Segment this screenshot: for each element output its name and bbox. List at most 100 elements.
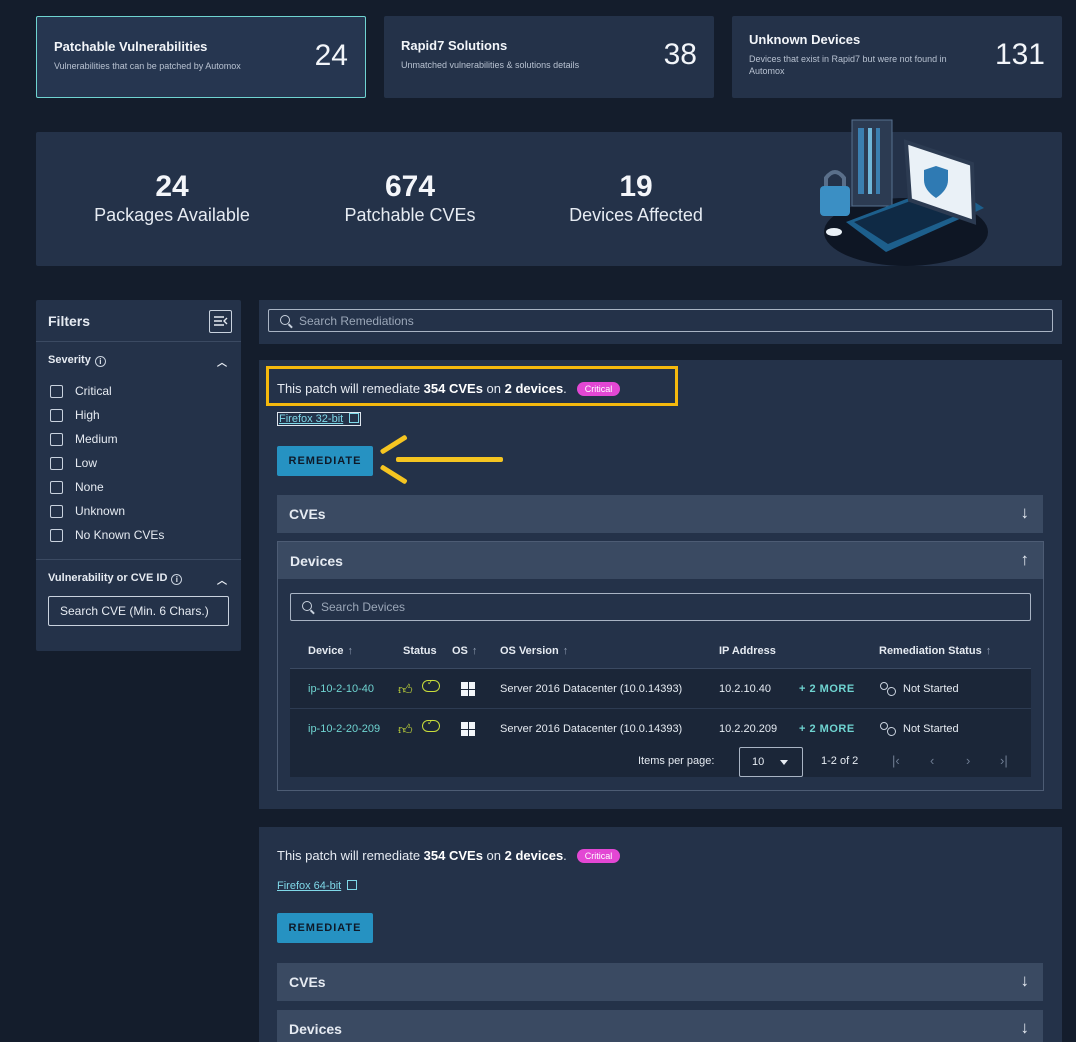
chevron-down-icon [780,760,788,765]
search-remediations-bar: Search Remediations [259,300,1062,344]
severity-section-header[interactable]: Severity i ︿ [36,342,241,369]
option-label: Critical [75,384,112,398]
os-version: Server 2016 Datacenter (10.0.14393) [500,683,683,695]
more-ips-button[interactable]: + 2 MORE [799,683,855,695]
checkbox[interactable] [50,456,63,470]
cves-accordion[interactable]: CVEs ↓ [277,963,1043,1001]
stat-packages: 24 Packages Available [62,170,282,226]
search-icon [302,601,312,611]
last-page-icon[interactable]: ›| [1000,753,1008,768]
stat-value: 24 [155,170,189,203]
header-label: Device [308,645,344,657]
table-row: ip-10-2-10-40 👍︎ Server 2016 Datacenter … [290,669,1031,709]
items-per-page-select[interactable]: 10 [739,747,803,777]
column-device[interactable]: Device ↑ [308,645,353,657]
arrow-down-icon: ↓ [1020,503,1030,522]
severity-title: Severity [48,354,91,366]
summary-text: on [482,848,505,863]
cve-title: Vulnerability or CVE ID [48,572,168,584]
card-patchable-vulnerabilities[interactable]: Patchable Vulnerabilities Vulnerabilitie… [36,16,366,98]
cloud-check-icon [422,718,440,732]
devices-table: Device ↑ Status OS ↑ OS Version ↑ IP Addres… [290,633,1031,777]
chevron-up-icon[interactable]: ︿ [217,572,227,587]
patch-card: This patch will remediate 354 CVEs on 2 … [259,827,1062,1042]
cve-section-header[interactable]: Vulnerability or CVE ID i ︿ [36,560,241,587]
option-label: None [75,480,104,494]
severity-option-low[interactable]: Low [36,451,241,475]
stat-devices: 19 Devices Affected [526,170,746,226]
cloud-check-icon [422,678,440,692]
card-title: Patchable Vulnerabilities [54,39,208,54]
cve-count: 354 CVEs [423,848,483,863]
severity-option-none[interactable]: None [36,475,241,499]
more-ips-button[interactable]: + 2 MORE [799,723,855,735]
thumbs-up-icon: 👍︎ [398,721,413,737]
patch-summary: This patch will remediate 354 CVEs on 2 … [277,848,621,863]
ip-address: 10.2.10.40 [719,683,771,695]
info-icon[interactable]: i [171,574,183,585]
card-count: 131 [994,38,1045,71]
card-count: 24 [314,39,348,72]
devices-accordion[interactable]: Devices ↓ [277,1010,1043,1042]
severity-option-no-known-cves[interactable]: No Known CVEs [36,523,241,547]
option-label: Low [75,456,98,470]
header-label: OS Version [500,645,559,657]
severity-option-critical[interactable]: Critical [36,379,241,403]
next-page-icon[interactable]: › [966,753,970,768]
arrow-down-icon: ↓ [1020,1018,1030,1037]
checkbox[interactable] [50,384,63,398]
collapse-filters-icon[interactable] [209,310,232,333]
stat-value: 674 [384,170,436,203]
devices-panel: Devices ↑ Search Devices Device ↑ Status … [277,541,1044,791]
info-icon[interactable]: i [94,356,106,367]
chevron-up-icon[interactable]: ︿ [217,354,227,369]
first-page-icon[interactable]: |‹ [892,753,900,768]
package-link[interactable]: Firefox 32-bit [277,412,362,426]
card-unknown-devices[interactable]: Unknown Devices Devices that exist in Ra… [732,16,1062,98]
column-remediation-status[interactable]: Remediation Status ↑ [879,645,991,657]
option-label: Unknown [75,504,126,518]
paginator: Items per page: 10 1-2 of 2 |‹ ‹ › ›| [290,747,1031,777]
column-os[interactable]: OS ↑ [452,645,477,657]
accordion-title: CVEs [289,506,326,522]
remediate-button[interactable]: REMEDIATE [277,446,373,476]
card-subtitle: Vulnerabilities that can be patched by A… [54,61,241,71]
cve-search-input[interactable]: Search CVE (Min. 6 Chars.) [48,596,229,626]
column-ip: IP Address [719,645,776,657]
card-rapid7-solutions[interactable]: Rapid7 Solutions Unmatched vulnerabiliti… [384,16,714,98]
search-placeholder: Search Remediations [299,314,414,328]
checkbox[interactable] [50,504,63,518]
previous-page-icon[interactable]: ‹ [930,753,934,768]
checkbox[interactable] [50,480,63,494]
severity-option-medium[interactable]: Medium [36,427,241,451]
search-devices-input[interactable]: Search Devices [290,593,1031,621]
checkbox[interactable] [50,432,63,446]
severity-option-unknown[interactable]: Unknown [36,499,241,523]
card-title: Rapid7 Solutions [401,38,508,53]
option-label: Medium [75,432,118,446]
card-count: 38 [663,38,697,71]
search-remediations-input[interactable]: Search Remediations [268,309,1053,332]
checkbox[interactable] [50,528,63,542]
option-label: High [75,408,100,422]
device-link[interactable]: ip-10-2-10-40 [308,683,374,695]
column-os-version[interactable]: OS Version ↑ [500,645,568,657]
patch-card: This patch will remediate 354 CVEs on 2 … [259,360,1062,809]
device-link[interactable]: ip-10-2-20-209 [308,723,380,735]
remediate-button[interactable]: REMEDIATE [277,913,373,943]
stat-label: Devices Affected [569,205,703,225]
checkbox[interactable] [50,408,63,422]
devices-accordion[interactable]: Devices ↑ [278,542,1043,579]
summary-text: This patch will remediate [277,848,424,863]
thumbs-up-icon: 👍︎ [398,681,413,697]
sort-icon: ↑ [347,645,353,657]
package-link[interactable]: Firefox 64-bit [277,880,358,892]
cves-accordion[interactable]: CVEs ↓ [277,495,1043,533]
windows-icon [461,722,475,736]
highlight-box [266,366,678,406]
table-row: ip-10-2-20-209 👍︎ Server 2016 Datacenter… [290,709,1031,749]
sort-icon: ↑ [562,645,569,657]
user-clock-icon [879,722,896,736]
os-version: Server 2016 Datacenter (10.0.14393) [500,723,683,735]
severity-option-high[interactable]: High [36,403,241,427]
